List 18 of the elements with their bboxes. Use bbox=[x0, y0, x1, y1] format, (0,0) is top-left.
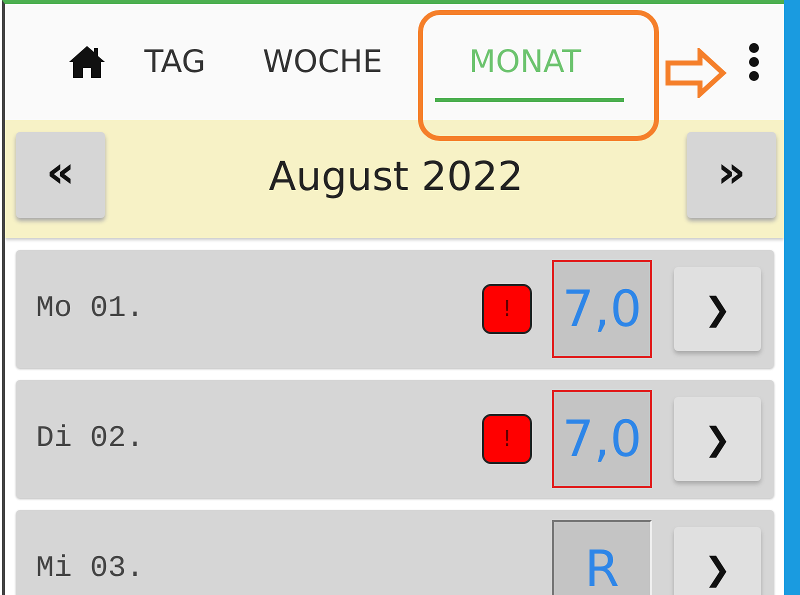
month-title: August 2022 bbox=[268, 154, 524, 200]
warning-badge: ! bbox=[482, 284, 532, 334]
open-day-button[interactable]: ❯ bbox=[674, 397, 761, 481]
open-day-button[interactable]: ❯ bbox=[674, 527, 761, 595]
tab[interactable]: TAG bbox=[115, 4, 235, 120]
day-date: Mo 01. bbox=[36, 292, 146, 326]
tab[interactable]: WOCHE bbox=[235, 4, 410, 120]
day-date: Mi 03. bbox=[36, 552, 146, 586]
hours-value: R bbox=[552, 520, 652, 595]
more-menu-icon[interactable] bbox=[748, 42, 760, 82]
open-day-button[interactable]: ❯ bbox=[674, 267, 761, 351]
warning-badge: ! bbox=[482, 414, 532, 464]
next-month-button[interactable]: » bbox=[687, 132, 776, 218]
home-icon bbox=[67, 44, 107, 80]
previous-month-button[interactable]: « bbox=[16, 132, 105, 218]
day-date: Di 02. bbox=[36, 422, 146, 456]
hours-value: 7,0 bbox=[552, 390, 652, 488]
hours-value: 7,0 bbox=[552, 260, 652, 358]
